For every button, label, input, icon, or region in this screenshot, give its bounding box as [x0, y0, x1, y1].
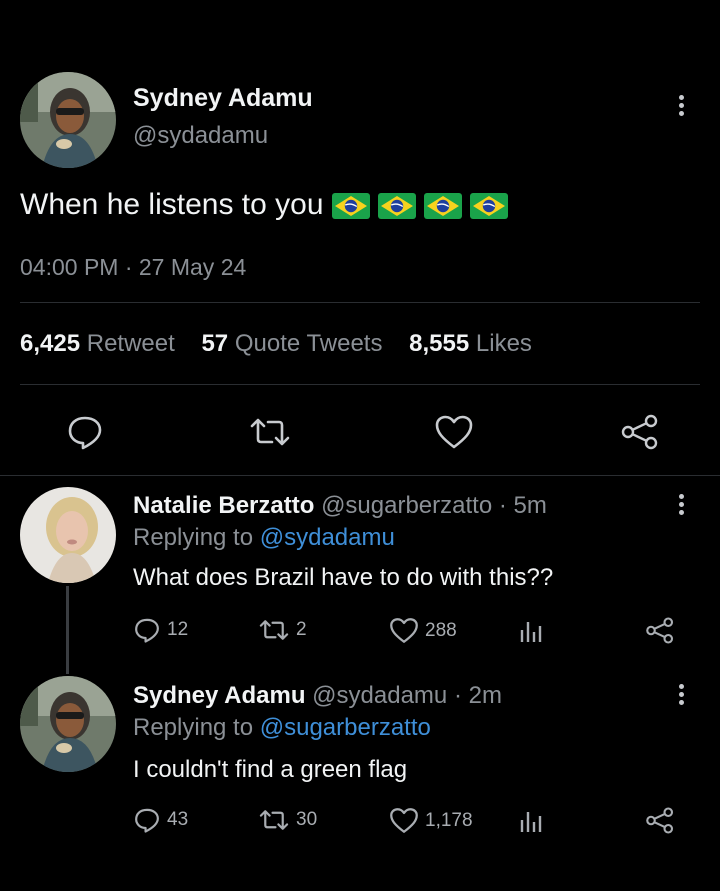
share-button[interactable] — [620, 414, 660, 450]
brazil-flag-icon — [423, 193, 462, 220]
thread-connector — [66, 586, 69, 674]
reply-time[interactable]: · 2m — [454, 682, 502, 709]
retweet-count: 30 — [296, 809, 318, 830]
reply-count: 43 — [167, 809, 189, 830]
tweet-timestamp[interactable]: 04:00 PM · 27 May 24 — [20, 254, 246, 281]
reply-button[interactable]: 43 — [133, 807, 188, 833]
more-options-icon[interactable] — [679, 684, 685, 708]
reply-author-handle[interactable]: @sugarberzatto — [321, 492, 492, 519]
author-handle[interactable]: @sydadamu — [133, 122, 268, 150]
brazil-flag-icon — [469, 193, 508, 220]
reply-header: Sydney Adamu @sydadamu · 2m — [133, 682, 502, 710]
retweet-count: 2 — [296, 619, 307, 640]
more-options-icon[interactable] — [679, 494, 685, 518]
reply-icon — [135, 618, 159, 643]
reply-button[interactable]: 12 — [133, 617, 188, 643]
quotes-label: Quote Tweets — [234, 330, 383, 357]
replying-to: Replying to @sugarberzatto — [133, 714, 431, 742]
reply-icon — [68, 416, 102, 450]
reply-avatar[interactable] — [20, 487, 116, 583]
like-icon — [390, 618, 418, 643]
reply-author-handle[interactable]: @sydadamu — [312, 682, 447, 709]
more-options-icon[interactable] — [679, 95, 685, 119]
divider — [20, 384, 700, 385]
tweet-stats: 6,425 Retweet 57 Quote Tweets 8,555 Like… — [20, 330, 532, 358]
reply-time[interactable]: · 5m — [499, 492, 547, 519]
retweet-icon — [250, 418, 290, 446]
share-icon — [646, 617, 674, 644]
analytics-button[interactable] — [519, 808, 543, 834]
brazil-flag-icon — [331, 193, 370, 220]
reply-text: What does Brazil have to do with this?? — [133, 564, 554, 591]
share-button[interactable] — [645, 617, 675, 644]
likes-stat[interactable]: 8,555 Likes — [409, 330, 532, 357]
reply-author-name[interactable]: Natalie Berzatto — [133, 492, 314, 519]
retweet-icon — [259, 810, 289, 830]
replying-to: Replying to @sydadamu — [133, 524, 395, 552]
like-button[interactable]: 288 — [389, 617, 457, 644]
reply-count: 12 — [167, 619, 189, 640]
retweets-label: Retweet — [86, 330, 175, 357]
retweets-count: 6,425 — [20, 330, 81, 357]
tweet-text-line: When he listens to you — [20, 188, 508, 222]
retweet-button[interactable] — [248, 417, 292, 447]
retweet-button[interactable]: 30 — [258, 809, 317, 831]
reply-text: I couldn't find a green flag — [133, 756, 408, 783]
quotes-stat[interactable]: 57 Quote Tweets — [201, 330, 382, 357]
tweet-text: When he listens to you — [20, 188, 324, 221]
quotes-count: 57 — [201, 330, 229, 357]
likes-label: Likes — [475, 330, 532, 357]
likes-count: 8,555 — [409, 330, 470, 357]
reply-icon — [135, 808, 159, 833]
replying-to-label: Replying to — [133, 524, 254, 551]
reply-avatar[interactable] — [20, 676, 116, 772]
author-name[interactable]: Sydney Adamu — [133, 84, 313, 113]
divider — [0, 475, 720, 476]
replying-to-handle[interactable]: @sugarberzatto — [260, 714, 431, 741]
replying-to-label: Replying to — [133, 714, 254, 741]
replying-to-handle[interactable]: @sydadamu — [260, 524, 395, 551]
analytics-icon — [520, 622, 542, 642]
retweet-icon — [259, 620, 289, 640]
like-button[interactable] — [434, 414, 474, 450]
like-button[interactable]: 1,178 — [389, 807, 473, 834]
like-icon — [435, 415, 473, 449]
like-icon — [390, 808, 418, 833]
retweets-stat[interactable]: 6,425 Retweet — [20, 330, 175, 357]
share-icon — [621, 414, 658, 450]
share-button[interactable] — [645, 807, 675, 834]
like-count: 1,178 — [425, 809, 473, 831]
divider — [20, 302, 700, 303]
retweet-button[interactable]: 2 — [258, 619, 307, 641]
reply-header: Natalie Berzatto @sugarberzatto · 5m — [133, 492, 547, 520]
like-count: 288 — [425, 619, 457, 641]
share-icon — [646, 807, 674, 834]
brazil-flag-icon — [377, 193, 416, 220]
reply-author-name[interactable]: Sydney Adamu — [133, 682, 306, 709]
analytics-icon — [520, 812, 542, 832]
reply-button[interactable] — [66, 414, 104, 450]
author-avatar[interactable] — [20, 72, 116, 168]
analytics-button[interactable] — [519, 618, 543, 644]
